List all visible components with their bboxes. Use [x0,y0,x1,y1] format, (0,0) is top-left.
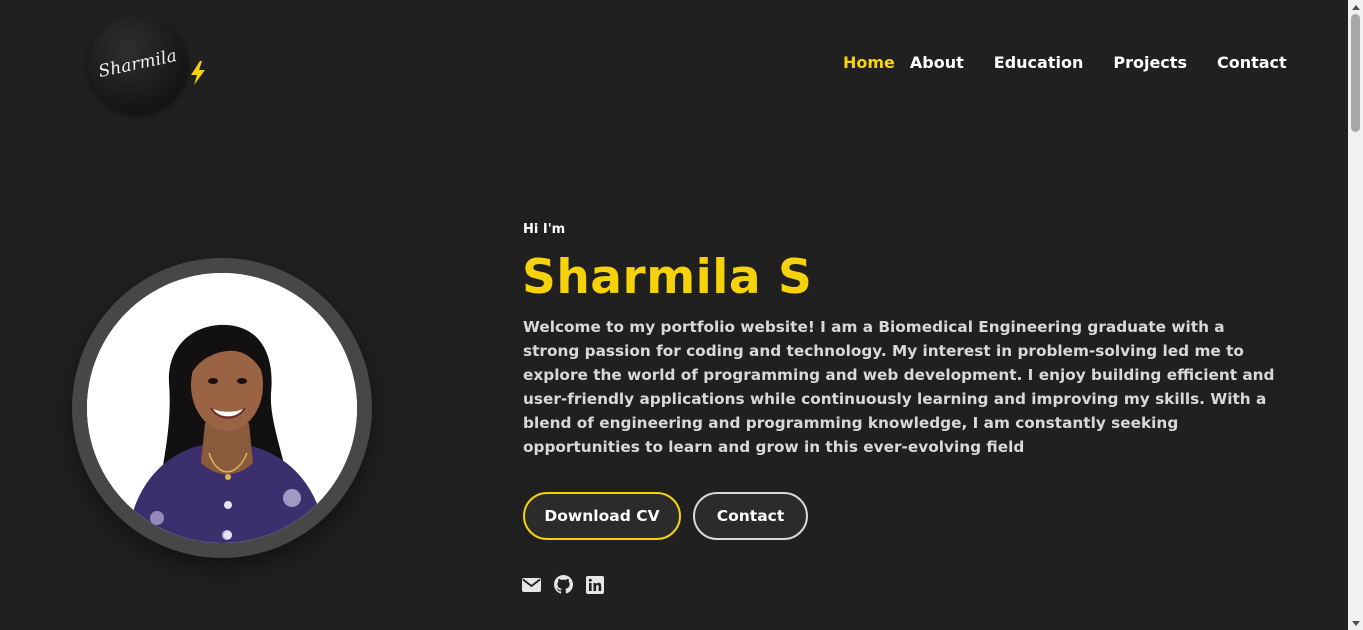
email-icon[interactable] [522,577,541,593]
social-links [522,575,604,594]
github-icon[interactable] [554,575,573,594]
profile-portrait-image [87,273,357,543]
scroll-up-arrow-icon[interactable] [1348,0,1363,14]
nav-projects[interactable]: Projects [1113,53,1187,72]
profile-photo-frame [72,258,372,558]
logo[interactable]: Sharmila [88,14,188,114]
contact-button[interactable]: Contact [693,492,808,540]
nav-home[interactable]: Home [843,53,895,72]
profile-photo [87,273,357,543]
greeting-text: Hi I'm [523,222,566,237]
hero-bio: Welcome to my portfolio website! I am a … [523,318,1275,456]
nav-about[interactable]: About [910,53,964,72]
portfolio-page: Sharmila Home About Education Projects C… [0,0,1363,630]
linkedin-icon[interactable] [586,575,604,594]
vertical-scrollbar[interactable] [1348,0,1363,630]
download-cv-button[interactable]: Download CV [523,492,681,540]
logo-signature: Sharmila [96,45,180,83]
scroll-down-arrow-icon[interactable] [1348,616,1363,630]
lightning-bolt-icon [191,61,205,85]
scrollbar-thumb[interactable] [1351,14,1360,132]
main-nav: Home About Education Projects Contact [843,53,1287,72]
nav-contact[interactable]: Contact [1217,53,1287,72]
nav-education[interactable]: Education [994,53,1084,72]
hero-name: Sharmila S [522,250,813,305]
